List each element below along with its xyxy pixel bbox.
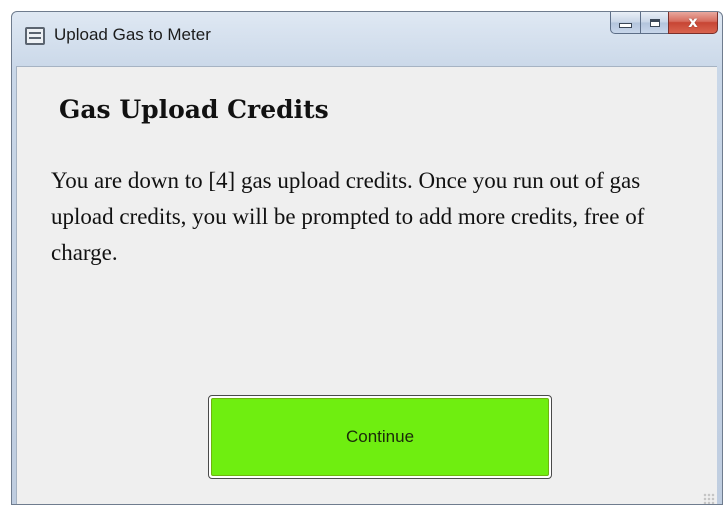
continue-button[interactable]: Continue (208, 395, 552, 479)
dialog-window: Upload Gas to Meter x Gas Upload Credits… (11, 11, 723, 505)
close-icon: x (688, 13, 698, 31)
maximize-button[interactable] (640, 12, 668, 34)
maximize-icon (649, 18, 660, 27)
dialog-heading: Gas Upload Credits (59, 95, 329, 124)
continue-button-label: Continue (211, 398, 549, 476)
minimize-button[interactable] (610, 12, 640, 34)
title-bar[interactable]: Upload Gas to Meter x (12, 12, 722, 66)
dialog-message: You are down to [4] gas upload credits. … (51, 168, 645, 265)
minimize-icon (619, 23, 632, 28)
dialog-content: Gas Upload Credits You are down to [4] g… (16, 66, 717, 504)
resize-grip[interactable] (703, 493, 715, 504)
close-button[interactable]: x (668, 12, 718, 34)
window-app-icon[interactable] (25, 27, 45, 45)
window-controls: x (610, 12, 718, 34)
window-title: Upload Gas to Meter (54, 25, 211, 44)
